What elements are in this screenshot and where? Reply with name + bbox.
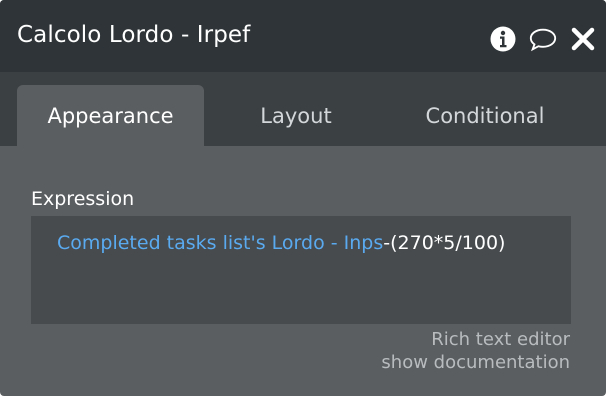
- dynamic-expression-token[interactable]: Completed tasks list's Lordo - Inps: [57, 232, 383, 254]
- editor-header: Calcolo Lordo - Irpef: [0, 0, 606, 72]
- show-documentation-link[interactable]: show documentation: [381, 351, 570, 374]
- tab-conditional[interactable]: Conditional: [392, 85, 578, 146]
- static-expression-text: -(270*5/100): [383, 232, 506, 254]
- editor-links: Rich text editor show documentation: [381, 328, 570, 374]
- info-icon[interactable]: [488, 24, 518, 54]
- close-icon[interactable]: [568, 24, 598, 54]
- header-icons: [488, 24, 598, 54]
- comment-icon[interactable]: [528, 24, 558, 54]
- expression-input[interactable]: Completed tasks list's Lordo - Inps-(270…: [31, 216, 571, 324]
- tab-layout[interactable]: Layout: [206, 85, 386, 146]
- tab-appearance[interactable]: Appearance: [17, 85, 204, 146]
- expression-label: Expression: [31, 188, 135, 210]
- tab-bar: Appearance Layout Conditional: [0, 72, 606, 146]
- element-property-editor: Calcolo Lordo - Irpef Appearance Layout …: [0, 0, 606, 396]
- rich-text-editor-link[interactable]: Rich text editor: [381, 328, 570, 351]
- element-title: Calcolo Lordo - Irpef: [17, 22, 251, 48]
